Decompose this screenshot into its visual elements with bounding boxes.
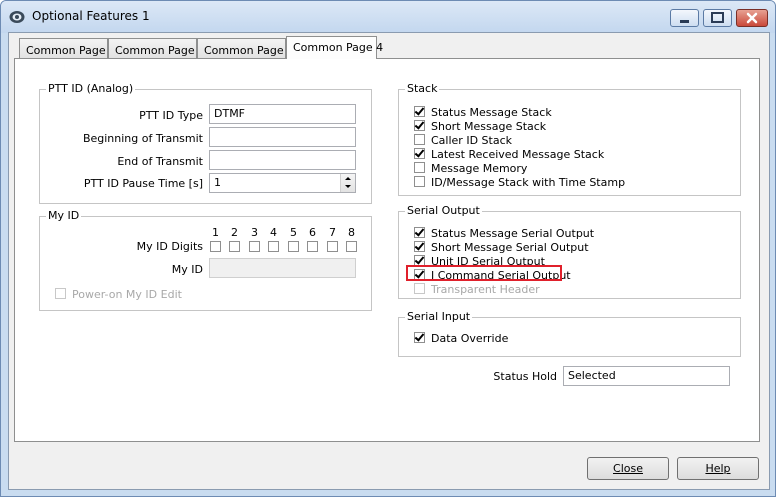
digit-number-8: 8 (348, 226, 355, 239)
id-message-stack-time-stamp-label: ID/Message Stack with Time Stamp (431, 176, 626, 189)
my-id-digit-checkbox-4[interactable] (268, 241, 279, 252)
spin-up-arrow-icon[interactable] (345, 177, 351, 180)
my-id-digit-checkbox-5[interactable] (288, 241, 299, 252)
caller-id-stack-checkbox[interactable] (414, 134, 425, 145)
caller-id-stack-label: Caller ID Stack (431, 134, 512, 147)
digit-number-5: 5 (290, 226, 297, 239)
digit-number-2: 2 (231, 226, 238, 239)
my-id-digit-checkbox-2[interactable] (229, 241, 240, 252)
close-icon (746, 12, 758, 24)
short-message-stack-label: Short Message Stack (431, 120, 547, 133)
highlight-box (406, 265, 562, 281)
help-button[interactable]: Help (677, 457, 759, 480)
spinner-buttons[interactable] (340, 174, 355, 192)
tab-panel: PTT ID (Analog) PTT ID Type DTMF Beginni… (14, 58, 760, 442)
short-message-stack-checkbox[interactable] (414, 120, 425, 131)
end-of-transmit-field[interactable] (209, 150, 356, 170)
tab-common-page-2[interactable]: Common Page 2 (108, 38, 205, 58)
my-id-legend: My ID (46, 209, 82, 222)
tab-common-page-4[interactable]: Common Page 4 (286, 36, 383, 59)
app-icon (9, 11, 25, 23)
status-message-serial-output-label: Status Message Serial Output (431, 227, 595, 240)
ptt-id-pause-time-spinner[interactable]: 1 (209, 173, 356, 193)
message-memory-checkbox[interactable] (414, 162, 425, 173)
maximize-icon (711, 12, 724, 23)
serial-input-legend: Serial Input (405, 310, 473, 323)
short-message-serial-output-checkbox[interactable] (414, 241, 425, 252)
my-id-field[interactable] (209, 258, 356, 278)
power-on-my-id-edit-checkbox[interactable] (55, 288, 66, 299)
message-memory-label: Message Memory (431, 162, 528, 175)
beginning-of-transmit-label: Beginning of Transmit (82, 132, 203, 145)
ptt-id-pause-time-value: 1 (214, 176, 221, 189)
status-message-stack-label: Status Message Stack (431, 106, 552, 119)
minimize-button[interactable] (670, 9, 699, 27)
help-button-label: Help (705, 462, 731, 475)
ptt-id-pause-time-label: PTT ID Pause Time [s] (83, 177, 203, 190)
status-hold-label: Status Hold (493, 370, 557, 383)
tab-common-page-1[interactable]: Common Page 1 (19, 38, 116, 58)
id-message-stack-time-stamp-checkbox[interactable] (414, 176, 425, 187)
minimize-icon (680, 20, 689, 23)
digit-number-3: 3 (251, 226, 258, 239)
tab-common-page-3[interactable]: Common Page 3 (197, 38, 294, 58)
status-hold-field[interactable]: Selected (563, 366, 730, 386)
transparent-header-checkbox[interactable] (414, 283, 425, 294)
digit-number-6: 6 (309, 226, 316, 239)
spin-down-arrow-icon[interactable] (345, 185, 351, 188)
digit-number-1: 1 (212, 226, 219, 239)
digit-number-7: 7 (329, 226, 336, 239)
latest-received-message-stack-label: Latest Received Message Stack (431, 148, 605, 161)
ptt-id-type-field[interactable]: DTMF (209, 104, 356, 124)
my-id-digits-label: My ID Digits (136, 240, 203, 253)
ptt-id-legend: PTT ID (Analog) (46, 82, 136, 95)
my-id-digit-checkbox-6[interactable] (307, 241, 318, 252)
beginning-of-transmit-field[interactable] (209, 127, 356, 147)
my-id-digit-checkbox-1[interactable] (210, 241, 221, 252)
window-title: Optional Features 1 (32, 9, 150, 23)
my-id-label: My ID (171, 263, 203, 276)
short-message-serial-output-label: Short Message Serial Output (431, 241, 589, 254)
maximize-button[interactable] (703, 9, 732, 27)
power-on-my-id-edit-label: Power-on My ID Edit (72, 288, 182, 301)
latest-received-message-stack-checkbox[interactable] (414, 148, 425, 159)
transparent-header-label: Transparent Header (431, 283, 540, 296)
data-override-checkbox[interactable] (414, 332, 425, 343)
end-of-transmit-label: End of Transmit (117, 155, 203, 168)
close-button-label: Close (613, 462, 643, 475)
status-message-stack-checkbox[interactable] (414, 106, 425, 117)
data-override-label: Data Override (431, 332, 509, 345)
close-window-button[interactable] (736, 9, 768, 27)
status-message-serial-output-checkbox[interactable] (414, 227, 425, 238)
close-button[interactable]: Close (587, 457, 669, 480)
title-bar[interactable]: Optional Features 1 (1, 1, 775, 33)
my-id-digit-checkbox-7[interactable] (327, 241, 338, 252)
digit-number-4: 4 (270, 226, 277, 239)
my-id-digit-checkbox-3[interactable] (249, 241, 260, 252)
ptt-id-type-label: PTT ID Type (139, 109, 203, 122)
my-id-digit-checkbox-8[interactable] (346, 241, 357, 252)
serial-output-legend: Serial Output (405, 204, 482, 217)
stack-legend: Stack (405, 82, 440, 95)
